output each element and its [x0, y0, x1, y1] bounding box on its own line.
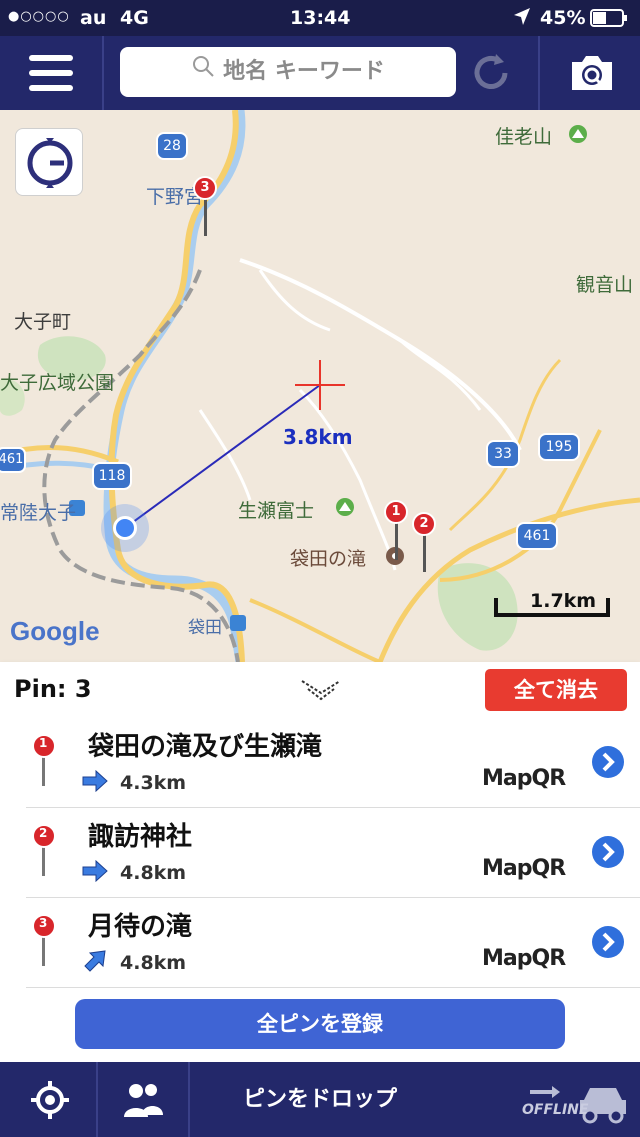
carrier-label: au — [80, 7, 107, 29]
map-pin-1[interactable]: 1 — [384, 500, 410, 562]
map-label-fukuroda-falls: 袋田の滝 — [290, 548, 367, 570]
search-icon — [191, 47, 215, 97]
road-shield: 33 — [486, 440, 520, 468]
clear-all-button[interactable]: 全て消去 — [485, 669, 627, 711]
chevron-right-icon[interactable] — [590, 924, 626, 964]
menu-button[interactable] — [0, 36, 104, 110]
distance-label: 3.8km — [283, 425, 353, 449]
clock: 13:44 — [290, 7, 351, 29]
road-shield: 195 — [538, 433, 580, 461]
road-shield: 28 — [156, 132, 188, 160]
camera-icon — [568, 52, 616, 98]
pin-list-item[interactable]: 2 諏訪神社 4.8km MapQR — [26, 808, 640, 898]
pin-name: 月待の滝 — [88, 912, 193, 942]
offline-watermark: OFFLINE — [522, 1102, 589, 1118]
arrow-east-icon — [82, 859, 108, 886]
arrow-east-icon — [82, 769, 108, 796]
map-label-fukuroda: 袋田 — [188, 618, 222, 638]
map-label-daigomachi: 大子町 — [14, 311, 72, 333]
bottom-toolbar: ピンをドロップ OFFLINE — [0, 1062, 640, 1137]
collapse-chevron-icon[interactable] — [300, 675, 342, 709]
qr-camera-button[interactable] — [538, 36, 640, 110]
top-nav-bar: 地名 キーワード — [0, 36, 640, 110]
people-icon — [122, 1081, 164, 1123]
share-group-button[interactable] — [98, 1062, 190, 1137]
location-arrow-icon — [512, 6, 532, 33]
map-view[interactable]: 28 118 461 33 195 461 佳老山 観音山 下野宮 大子町 大子… — [0, 110, 640, 662]
pin-list-item[interactable]: 3 月待の滝 4.8km MapQR — [26, 898, 640, 988]
road-shield: 461 — [516, 522, 558, 550]
register-all-pins-button[interactable]: 全ピンを登録 — [75, 999, 565, 1049]
battery-icon — [590, 9, 630, 32]
pin-distance: 4.8km — [120, 952, 187, 974]
map-label-ubusefuji: 生瀬富士 — [238, 500, 315, 522]
map-label-kashirosan: 佳老山 — [495, 126, 553, 148]
pin-summary-bar: Pin: 3 全て消去 — [0, 662, 640, 718]
refresh-icon[interactable] — [468, 50, 514, 96]
search-placeholder: 地名 キーワード — [223, 59, 385, 84]
pin-list-item[interactable]: 1 袋田の滝及び生瀬滝 4.3km MapQR — [26, 718, 640, 808]
current-location-dot — [101, 504, 149, 552]
scale-label: 1.7km — [530, 590, 597, 612]
crosshair-location-icon — [30, 1080, 70, 1124]
map-label-kannonyama: 観音山 — [576, 274, 634, 296]
orientation-button[interactable] — [15, 128, 83, 196]
signal-indicator: ●○○○○ — [8, 9, 70, 24]
road-shield: 118 — [92, 462, 132, 490]
network-label: 4G — [120, 7, 149, 29]
drop-pin-button[interactable]: ピンをドロップ — [190, 1062, 450, 1137]
search-input[interactable]: 地名 キーワード — [120, 47, 456, 97]
chevron-right-icon[interactable] — [590, 834, 626, 874]
pin-distance: 4.3km — [120, 772, 187, 794]
status-bar: ●○○○○ au 4G 13:44 45% — [0, 0, 640, 36]
map-label-daigo-park: 大子広域公園 — [0, 372, 115, 394]
google-logo: Google — [10, 616, 100, 646]
pin-distance: 4.8km — [120, 862, 187, 884]
arrow-northeast-icon — [82, 948, 108, 978]
pin-name: 諏訪神社 — [88, 822, 193, 852]
mapqr-badge[interactable]: MapQR — [482, 766, 566, 791]
chevron-right-icon[interactable] — [590, 744, 626, 784]
battery-percent: 45% — [540, 7, 586, 29]
map-pin-3[interactable]: 3 — [193, 176, 219, 238]
road-shield: 461 — [0, 447, 26, 473]
locate-me-button[interactable] — [0, 1062, 98, 1137]
mapqr-badge[interactable]: MapQR — [482, 856, 566, 881]
map-label-hitachi-daigo: 常陸大子 — [0, 502, 77, 524]
pin-name: 袋田の滝及び生瀬滝 — [88, 732, 323, 762]
pin-count: Pin: 3 — [14, 675, 92, 703]
map-pin-2[interactable]: 2 — [412, 512, 438, 574]
mapqr-badge[interactable]: MapQR — [482, 946, 566, 971]
g-logo-icon — [24, 137, 76, 193]
